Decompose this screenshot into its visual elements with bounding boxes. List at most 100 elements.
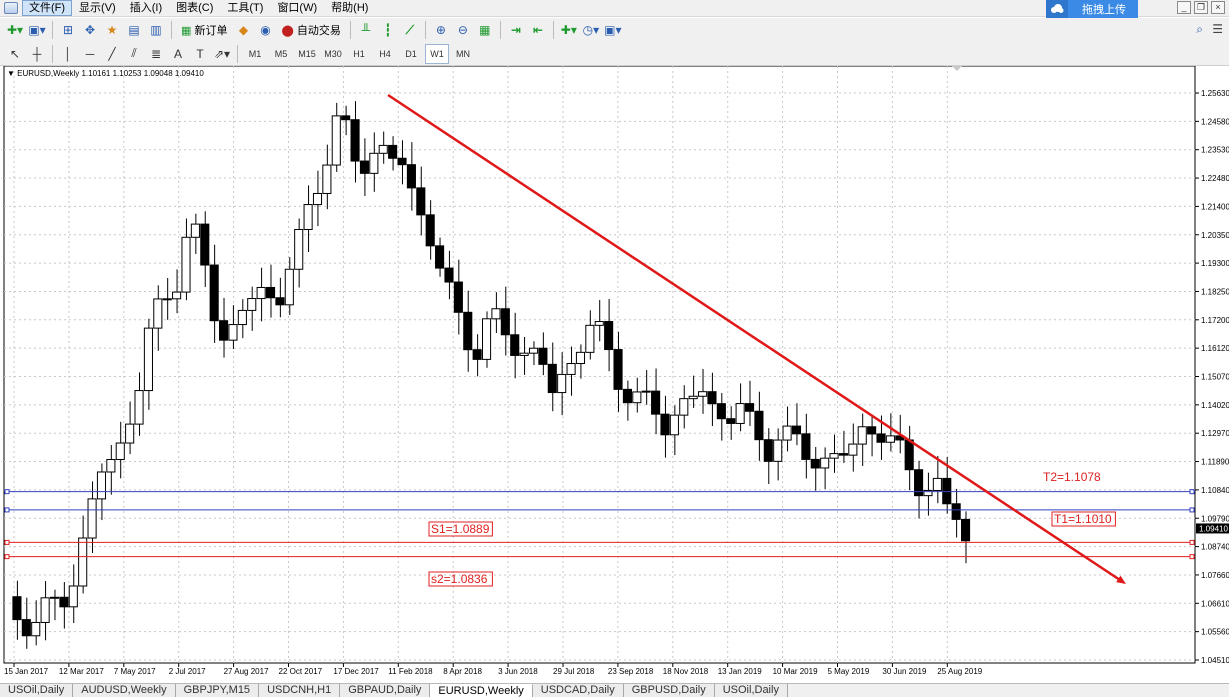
autoscroll-icon[interactable]: ⇥ bbox=[506, 20, 526, 40]
zoom-out-icon[interactable]: ⊖ bbox=[453, 20, 473, 40]
candle-body bbox=[209, 264, 219, 322]
profiles-icon[interactable]: ▣▾ bbox=[27, 20, 47, 40]
new-chart-icon[interactable]: ✚▾ bbox=[5, 20, 25, 40]
candle-body bbox=[341, 115, 351, 121]
periods-icon[interactable]: ◷▾ bbox=[581, 20, 601, 40]
tab-eurusd-weekly[interactable]: EURUSD,Weekly bbox=[430, 684, 533, 697]
navigator-icon[interactable]: ★ bbox=[102, 20, 122, 40]
tab-gbpusd-daily[interactable]: GBPUSD,Daily bbox=[623, 684, 715, 697]
timeframe-w1[interactable]: W1 bbox=[425, 43, 449, 64]
tab-gbpaud-daily[interactable]: GBPAUD,Daily bbox=[340, 684, 431, 697]
chart-grid bbox=[3, 66, 1196, 664]
close-icon[interactable]: × bbox=[1211, 1, 1225, 14]
tab-usdcad-daily[interactable]: USDCAD,Daily bbox=[532, 684, 624, 697]
menu-tools[interactable]: 工具(T) bbox=[220, 0, 270, 16]
vertical-line-icon[interactable]: │ bbox=[58, 44, 78, 64]
candle-body bbox=[528, 347, 539, 354]
zoom-in-icon[interactable]: ⊕ bbox=[431, 20, 451, 40]
terminal-icon[interactable]: ▤ bbox=[124, 20, 144, 40]
new-order-button[interactable]: ▦ 新订单 bbox=[177, 20, 231, 40]
candle-body bbox=[59, 596, 69, 608]
level-s2-line-handle bbox=[4, 554, 10, 560]
timeframe-h4[interactable]: H4 bbox=[373, 44, 397, 64]
candle-body bbox=[791, 425, 802, 435]
line-chart-icon[interactable]: ⟋ bbox=[400, 20, 420, 40]
price-tick-label: 1.22480 bbox=[1201, 174, 1229, 183]
date-tick-label: 8 Apr 2018 bbox=[443, 667, 482, 676]
candle-body bbox=[669, 414, 679, 436]
fibonacci-icon[interactable]: ≣ bbox=[146, 44, 166, 64]
tile-windows-icon[interactable]: ▦ bbox=[475, 20, 495, 40]
level-t1-line-handle bbox=[1189, 507, 1195, 513]
date-tick-label: 12 Mar 2017 bbox=[59, 667, 104, 676]
candle-body bbox=[641, 390, 651, 393]
chart-shift-icon[interactable]: ⇤ bbox=[528, 20, 548, 40]
candle-body bbox=[237, 309, 247, 326]
text-label-icon[interactable]: T bbox=[190, 44, 210, 64]
strategy-tester-icon[interactable]: ▥ bbox=[146, 20, 166, 40]
timeframe-m30[interactable]: M30 bbox=[321, 44, 345, 64]
candle-body bbox=[21, 619, 31, 637]
arrows-icon[interactable]: ⇗▾ bbox=[212, 44, 232, 64]
timeframe-m1[interactable]: M1 bbox=[243, 44, 267, 64]
tab-audusd-weekly[interactable]: AUDUSD,Weekly bbox=[73, 684, 176, 697]
bar-chart-icon[interactable]: ╨ bbox=[356, 20, 376, 40]
menu-view[interactable]: 显示(V) bbox=[72, 0, 123, 16]
menu-charts[interactable]: 图表(C) bbox=[169, 0, 220, 16]
level-t2-line-handle bbox=[1189, 489, 1195, 495]
candle-body bbox=[904, 439, 914, 471]
crosshair-icon[interactable]: ┼ bbox=[27, 44, 47, 64]
tab-gbpjpy-m15[interactable]: GBPJPY,M15 bbox=[175, 684, 260, 697]
candle-body bbox=[942, 477, 952, 505]
templates-icon[interactable]: ▣▾ bbox=[603, 20, 623, 40]
text-icon[interactable]: A bbox=[168, 44, 188, 64]
cursor-icon[interactable]: ↖ bbox=[5, 44, 25, 64]
chart-window[interactable]: T2=1.1078 T1=1.1010 S1=1.0889 s2=1.0836 1.2… bbox=[0, 66, 1229, 683]
metaeditor-icon[interactable]: ◆ bbox=[233, 20, 253, 40]
timeframe-mn[interactable]: MN bbox=[451, 44, 475, 64]
candle-body bbox=[435, 245, 445, 269]
data-window-icon[interactable]: ✥ bbox=[80, 20, 100, 40]
candle-body bbox=[951, 503, 961, 520]
timeframe-d1[interactable]: D1 bbox=[399, 44, 423, 64]
candle-body bbox=[566, 363, 576, 375]
trendline-icon[interactable]: ╱ bbox=[102, 44, 122, 64]
search-icon[interactable]: ⌕ bbox=[1196, 22, 1203, 37]
tab-usoil-daily[interactable]: USOil,Daily bbox=[0, 684, 74, 697]
candlestick-icon[interactable]: ┇ bbox=[378, 20, 398, 40]
menu-help[interactable]: 帮助(H) bbox=[324, 0, 375, 16]
candle-body bbox=[688, 395, 698, 400]
price-tick-label: 1.19300 bbox=[1201, 259, 1229, 268]
price-tick-label: 1.07660 bbox=[1201, 571, 1229, 580]
menu-grid-icon[interactable]: ☰ bbox=[1212, 22, 1223, 36]
restore-icon[interactable]: ❐ bbox=[1194, 1, 1208, 14]
timeframe-m5[interactable]: M5 bbox=[269, 44, 293, 64]
menu-insert[interactable]: 插入(I) bbox=[123, 0, 169, 16]
upload-button[interactable]: 拖拽上传 bbox=[1046, 0, 1138, 18]
price-tick-label: 1.14020 bbox=[1201, 401, 1229, 410]
menu-file[interactable]: 文件(F) bbox=[22, 0, 73, 16]
tab-usdcnh-h1[interactable]: USDCNH,H1 bbox=[259, 684, 341, 697]
market-watch-icon[interactable]: ⊞ bbox=[58, 20, 78, 40]
price-tick-label: 1.18250 bbox=[1201, 287, 1229, 296]
auto-trading-button[interactable]: ⬤ 自动交易 bbox=[277, 20, 344, 40]
horizontal-line-icon[interactable]: ─ bbox=[80, 44, 100, 64]
timeframe-m15[interactable]: M15 bbox=[295, 44, 319, 64]
candle-body bbox=[247, 298, 257, 311]
signals-icon[interactable]: ◉ bbox=[255, 20, 275, 40]
price-chart[interactable]: T2=1.1078 T1=1.1010 S1=1.0889 s2=1.0836 1.2… bbox=[0, 66, 1229, 683]
drawing-toolbar: ↖ ┼ │ ─ ╱ ⫽ ≣ A T ⇗▾ M1 M5 M15 M30 H1 H4… bbox=[0, 42, 1229, 66]
timeframe-h1[interactable]: H1 bbox=[347, 44, 371, 64]
candle-body bbox=[961, 518, 971, 542]
minimize-icon[interactable]: _ bbox=[1177, 1, 1191, 14]
indicators-icon[interactable]: ✚▾ bbox=[559, 20, 579, 40]
price-tick-label: 1.05560 bbox=[1201, 628, 1229, 637]
chart-shift-icon bbox=[952, 66, 962, 71]
equidistant-channel-icon[interactable]: ⫽ bbox=[124, 44, 144, 64]
candle-body bbox=[613, 349, 623, 390]
candle-body bbox=[782, 425, 792, 441]
tab-usoil-daily-2[interactable]: USOil,Daily bbox=[714, 684, 788, 697]
menu-window[interactable]: 窗口(W) bbox=[270, 0, 324, 16]
app-icon[interactable] bbox=[4, 2, 18, 14]
candle-body bbox=[482, 318, 492, 360]
